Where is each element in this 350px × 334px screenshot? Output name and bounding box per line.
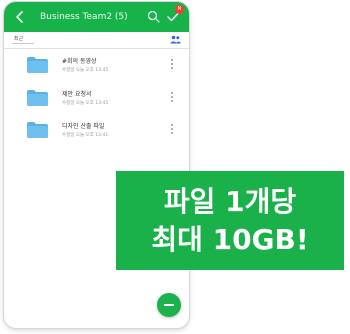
sort-toolbar: 최근 — [4, 32, 189, 49]
promo-line-2: 최대 10GB! — [151, 223, 309, 256]
back-chevron-icon[interactable] — [13, 9, 27, 25]
promo-line-1: 파일 1개당 — [163, 185, 297, 218]
list-item[interactable]: 디자인 산출 파일 수정일 오늘 오후 13:41 — [4, 114, 189, 148]
search-icon[interactable] — [147, 10, 160, 23]
file-meta: 수정일 오늘 오후 13:45 — [62, 101, 109, 106]
notification-badge: N — [175, 5, 184, 14]
list-item[interactable]: 제안 요청서 수정일 오늘 오후 13:45 — [4, 82, 189, 116]
canvas: Business Team2 (5) N 최근 #회의 동영상 수정일 오늘 오… — [0, 0, 350, 334]
folder-icon — [27, 57, 48, 73]
sort-underline — [12, 43, 34, 44]
more-options-icon[interactable] — [171, 124, 174, 136]
sort-dropdown[interactable]: 최근 — [14, 35, 23, 42]
list-item[interactable]: #회의 동영상 수정일 오늘 오후 13:45 — [4, 49, 189, 83]
more-options-icon[interactable] — [171, 59, 174, 71]
minus-icon — [164, 304, 174, 306]
folder-icon — [27, 90, 48, 106]
top-app-bar: Business Team2 (5) N — [4, 2, 189, 32]
phone-frame: Business Team2 (5) N 최근 #회의 동영상 수정일 오늘 오… — [4, 2, 189, 328]
page-title: Business Team2 (5) — [40, 12, 128, 22]
file-name: #회의 동영상 — [62, 58, 97, 65]
file-meta: 수정일 오늘 오후 13:45 — [62, 68, 109, 73]
file-name: 디자인 산출 파일 — [62, 123, 105, 130]
file-name: 제안 요청서 — [62, 91, 92, 98]
folder-icon — [27, 122, 48, 138]
more-options-icon[interactable] — [171, 92, 174, 104]
floating-action-button[interactable] — [157, 293, 181, 317]
file-meta: 수정일 오늘 오후 13:41 — [62, 133, 109, 138]
members-icon[interactable] — [170, 35, 181, 44]
promo-banner: 파일 1개당 최대 10GB! — [116, 171, 344, 270]
